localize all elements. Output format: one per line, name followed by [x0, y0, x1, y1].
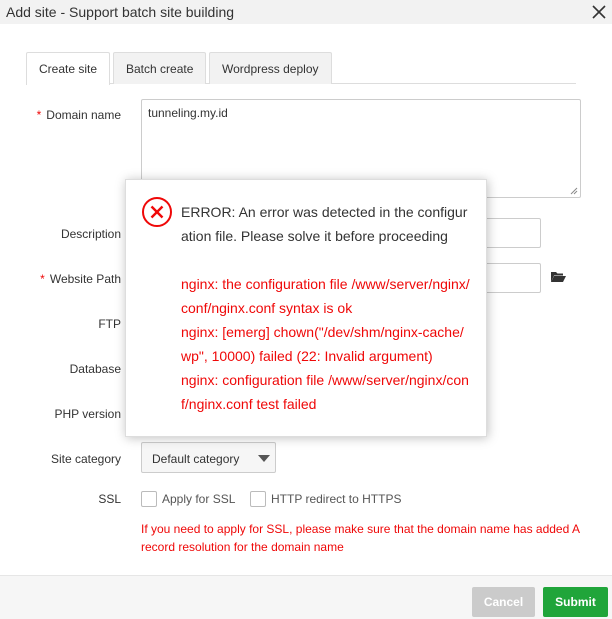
- description-label: Description: [60, 227, 121, 241]
- cancel-button[interactable]: Cancel: [472, 587, 535, 617]
- folder-open-icon[interactable]: [550, 270, 566, 284]
- http-redirect-label[interactable]: HTTP redirect to HTTPS: [271, 492, 401, 506]
- http-redirect-checkbox[interactable]: [250, 491, 266, 507]
- apply-ssl-label[interactable]: Apply for SSL: [162, 492, 235, 506]
- error-icon: [142, 197, 172, 227]
- dialog-footer: Cancel Submit: [0, 575, 612, 619]
- error-details: nginx: the configuration file /www/serve…: [181, 272, 471, 416]
- close-icon[interactable]: [590, 3, 608, 21]
- php-version-label: PHP version: [54, 407, 121, 421]
- tab-bar: Create site Batch create Wordpress deplo…: [26, 52, 576, 85]
- ssl-note: If you need to apply for SSL, please mak…: [141, 522, 580, 554]
- path-label: * Website Path: [40, 272, 121, 286]
- domain-value: tunneling.my.id: [148, 106, 228, 120]
- domain-label: * Domain name: [36, 108, 121, 122]
- tab-batch-create[interactable]: Batch create: [113, 52, 207, 84]
- dialog-titlebar: Add site - Support batch site building: [0, 0, 612, 24]
- chevron-down-icon: [258, 455, 270, 462]
- tab-create-site[interactable]: Create site: [26, 52, 111, 85]
- site-category-select[interactable]: Default category: [141, 442, 276, 473]
- error-heading: ERROR: An error was detected in the conf…: [181, 204, 468, 244]
- site-category-value: Default category: [152, 452, 240, 466]
- resize-grip-icon[interactable]: [570, 187, 578, 195]
- tab-wordpress-deploy[interactable]: Wordpress deploy: [209, 52, 332, 84]
- required-marker: *: [40, 272, 45, 286]
- error-line: nginx: the configuration file /www/serve…: [181, 276, 470, 316]
- dialog-title: Add site - Support batch site building: [6, 4, 235, 20]
- submit-button[interactable]: Submit: [543, 587, 608, 617]
- error-line: nginx: configuration file /www/server/ng…: [181, 372, 469, 412]
- ftp-label: FTP: [98, 317, 121, 331]
- required-marker: *: [36, 108, 42, 122]
- site-category-label: Site category: [50, 452, 121, 466]
- apply-ssl-checkbox[interactable]: [141, 491, 157, 507]
- ssl-label: SSL: [98, 492, 121, 506]
- error-dialog: ERROR: An error was detected in the conf…: [125, 179, 487, 437]
- error-line: nginx: [emerg] chown("/dev/shm/nginx-cac…: [181, 324, 464, 364]
- database-label: Database: [69, 362, 121, 376]
